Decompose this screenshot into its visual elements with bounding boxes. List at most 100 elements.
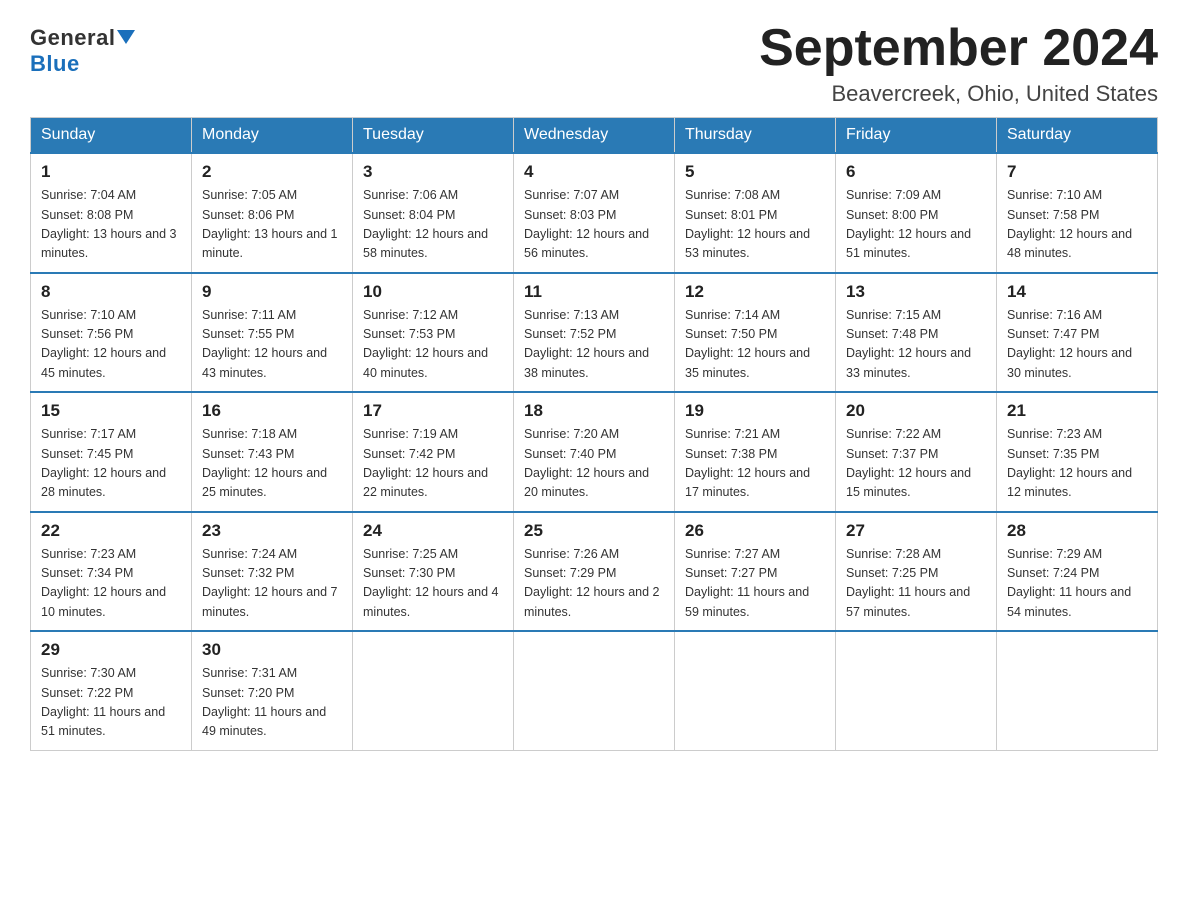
calendar-cell: 27 Sunrise: 7:28 AMSunset: 7:25 PMDaylig… xyxy=(836,512,997,632)
calendar-cell xyxy=(675,631,836,750)
day-number: 23 xyxy=(202,521,342,541)
day-number: 27 xyxy=(846,521,986,541)
day-info: Sunrise: 7:12 AMSunset: 7:53 PMDaylight:… xyxy=(363,306,503,384)
calendar-cell: 4 Sunrise: 7:07 AMSunset: 8:03 PMDayligh… xyxy=(514,153,675,273)
calendar-week-row: 1 Sunrise: 7:04 AMSunset: 8:08 PMDayligh… xyxy=(31,153,1158,273)
day-info: Sunrise: 7:10 AMSunset: 7:56 PMDaylight:… xyxy=(41,306,181,384)
month-year-title: September 2024 xyxy=(759,20,1158,77)
calendar-cell: 15 Sunrise: 7:17 AMSunset: 7:45 PMDaylig… xyxy=(31,392,192,512)
calendar-cell: 23 Sunrise: 7:24 AMSunset: 7:32 PMDaylig… xyxy=(192,512,353,632)
calendar-week-row: 15 Sunrise: 7:17 AMSunset: 7:45 PMDaylig… xyxy=(31,392,1158,512)
calendar-cell xyxy=(836,631,997,750)
day-info: Sunrise: 7:05 AMSunset: 8:06 PMDaylight:… xyxy=(202,186,342,264)
calendar-cell: 2 Sunrise: 7:05 AMSunset: 8:06 PMDayligh… xyxy=(192,153,353,273)
day-info: Sunrise: 7:20 AMSunset: 7:40 PMDaylight:… xyxy=(524,425,664,503)
day-info: Sunrise: 7:30 AMSunset: 7:22 PMDaylight:… xyxy=(41,664,181,742)
day-info: Sunrise: 7:24 AMSunset: 7:32 PMDaylight:… xyxy=(202,545,342,623)
day-info: Sunrise: 7:17 AMSunset: 7:45 PMDaylight:… xyxy=(41,425,181,503)
day-info: Sunrise: 7:25 AMSunset: 7:30 PMDaylight:… xyxy=(363,545,503,623)
logo-general-text: General xyxy=(30,25,115,50)
calendar-cell: 22 Sunrise: 7:23 AMSunset: 7:34 PMDaylig… xyxy=(31,512,192,632)
day-number: 8 xyxy=(41,282,181,302)
day-number: 9 xyxy=(202,282,342,302)
day-number: 13 xyxy=(846,282,986,302)
day-info: Sunrise: 7:31 AMSunset: 7:20 PMDaylight:… xyxy=(202,664,342,742)
calendar-cell: 9 Sunrise: 7:11 AMSunset: 7:55 PMDayligh… xyxy=(192,273,353,393)
calendar-cell: 13 Sunrise: 7:15 AMSunset: 7:48 PMDaylig… xyxy=(836,273,997,393)
calendar-cell: 16 Sunrise: 7:18 AMSunset: 7:43 PMDaylig… xyxy=(192,392,353,512)
day-number: 3 xyxy=(363,162,503,182)
calendar-cell: 26 Sunrise: 7:27 AMSunset: 7:27 PMDaylig… xyxy=(675,512,836,632)
calendar-week-row: 29 Sunrise: 7:30 AMSunset: 7:22 PMDaylig… xyxy=(31,631,1158,750)
day-number: 30 xyxy=(202,640,342,660)
day-number: 17 xyxy=(363,401,503,421)
calendar-table: SundayMondayTuesdayWednesdayThursdayFrid… xyxy=(30,117,1158,751)
day-number: 12 xyxy=(685,282,825,302)
day-number: 7 xyxy=(1007,162,1147,182)
calendar-cell: 7 Sunrise: 7:10 AMSunset: 7:58 PMDayligh… xyxy=(997,153,1158,273)
calendar-cell xyxy=(353,631,514,750)
calendar-cell: 12 Sunrise: 7:14 AMSunset: 7:50 PMDaylig… xyxy=(675,273,836,393)
day-info: Sunrise: 7:06 AMSunset: 8:04 PMDaylight:… xyxy=(363,186,503,264)
day-number: 11 xyxy=(524,282,664,302)
logo-triangle-icon xyxy=(117,30,135,44)
calendar-week-row: 8 Sunrise: 7:10 AMSunset: 7:56 PMDayligh… xyxy=(31,273,1158,393)
day-info: Sunrise: 7:22 AMSunset: 7:37 PMDaylight:… xyxy=(846,425,986,503)
day-info: Sunrise: 7:19 AMSunset: 7:42 PMDaylight:… xyxy=(363,425,503,503)
day-number: 28 xyxy=(1007,521,1147,541)
logo: General Blue xyxy=(30,20,135,77)
day-of-week-header: Monday xyxy=(192,118,353,154)
day-number: 22 xyxy=(41,521,181,541)
day-info: Sunrise: 7:26 AMSunset: 7:29 PMDaylight:… xyxy=(524,545,664,623)
calendar-cell: 21 Sunrise: 7:23 AMSunset: 7:35 PMDaylig… xyxy=(997,392,1158,512)
day-number: 16 xyxy=(202,401,342,421)
calendar-cell: 25 Sunrise: 7:26 AMSunset: 7:29 PMDaylig… xyxy=(514,512,675,632)
day-info: Sunrise: 7:23 AMSunset: 7:34 PMDaylight:… xyxy=(41,545,181,623)
day-of-week-header: Thursday xyxy=(675,118,836,154)
day-info: Sunrise: 7:13 AMSunset: 7:52 PMDaylight:… xyxy=(524,306,664,384)
calendar-cell: 14 Sunrise: 7:16 AMSunset: 7:47 PMDaylig… xyxy=(997,273,1158,393)
title-section: September 2024 Beavercreek, Ohio, United… xyxy=(759,20,1158,107)
calendar-cell: 1 Sunrise: 7:04 AMSunset: 8:08 PMDayligh… xyxy=(31,153,192,273)
day-info: Sunrise: 7:08 AMSunset: 8:01 PMDaylight:… xyxy=(685,186,825,264)
calendar-cell: 19 Sunrise: 7:21 AMSunset: 7:38 PMDaylig… xyxy=(675,392,836,512)
day-number: 20 xyxy=(846,401,986,421)
day-number: 19 xyxy=(685,401,825,421)
day-number: 5 xyxy=(685,162,825,182)
day-number: 25 xyxy=(524,521,664,541)
day-of-week-header: Sunday xyxy=(31,118,192,154)
day-number: 2 xyxy=(202,162,342,182)
calendar-cell: 24 Sunrise: 7:25 AMSunset: 7:30 PMDaylig… xyxy=(353,512,514,632)
logo-blue-text: Blue xyxy=(30,51,80,76)
calendar-cell: 8 Sunrise: 7:10 AMSunset: 7:56 PMDayligh… xyxy=(31,273,192,393)
day-info: Sunrise: 7:18 AMSunset: 7:43 PMDaylight:… xyxy=(202,425,342,503)
calendar-cell: 10 Sunrise: 7:12 AMSunset: 7:53 PMDaylig… xyxy=(353,273,514,393)
calendar-cell xyxy=(514,631,675,750)
day-info: Sunrise: 7:10 AMSunset: 7:58 PMDaylight:… xyxy=(1007,186,1147,264)
day-of-week-header: Saturday xyxy=(997,118,1158,154)
day-info: Sunrise: 7:09 AMSunset: 8:00 PMDaylight:… xyxy=(846,186,986,264)
calendar-cell: 30 Sunrise: 7:31 AMSunset: 7:20 PMDaylig… xyxy=(192,631,353,750)
day-info: Sunrise: 7:28 AMSunset: 7:25 PMDaylight:… xyxy=(846,545,986,623)
day-number: 1 xyxy=(41,162,181,182)
day-number: 6 xyxy=(846,162,986,182)
day-info: Sunrise: 7:07 AMSunset: 8:03 PMDaylight:… xyxy=(524,186,664,264)
day-number: 14 xyxy=(1007,282,1147,302)
day-of-week-header: Friday xyxy=(836,118,997,154)
calendar-cell: 6 Sunrise: 7:09 AMSunset: 8:00 PMDayligh… xyxy=(836,153,997,273)
day-number: 4 xyxy=(524,162,664,182)
location-label: Beavercreek, Ohio, United States xyxy=(759,81,1158,107)
day-info: Sunrise: 7:14 AMSunset: 7:50 PMDaylight:… xyxy=(685,306,825,384)
calendar-cell xyxy=(997,631,1158,750)
calendar-cell: 29 Sunrise: 7:30 AMSunset: 7:22 PMDaylig… xyxy=(31,631,192,750)
day-number: 15 xyxy=(41,401,181,421)
day-info: Sunrise: 7:15 AMSunset: 7:48 PMDaylight:… xyxy=(846,306,986,384)
day-info: Sunrise: 7:16 AMSunset: 7:47 PMDaylight:… xyxy=(1007,306,1147,384)
calendar-cell: 5 Sunrise: 7:08 AMSunset: 8:01 PMDayligh… xyxy=(675,153,836,273)
day-number: 26 xyxy=(685,521,825,541)
calendar-cell: 20 Sunrise: 7:22 AMSunset: 7:37 PMDaylig… xyxy=(836,392,997,512)
day-number: 29 xyxy=(41,640,181,660)
day-of-week-header: Tuesday xyxy=(353,118,514,154)
calendar-cell: 28 Sunrise: 7:29 AMSunset: 7:24 PMDaylig… xyxy=(997,512,1158,632)
day-number: 18 xyxy=(524,401,664,421)
